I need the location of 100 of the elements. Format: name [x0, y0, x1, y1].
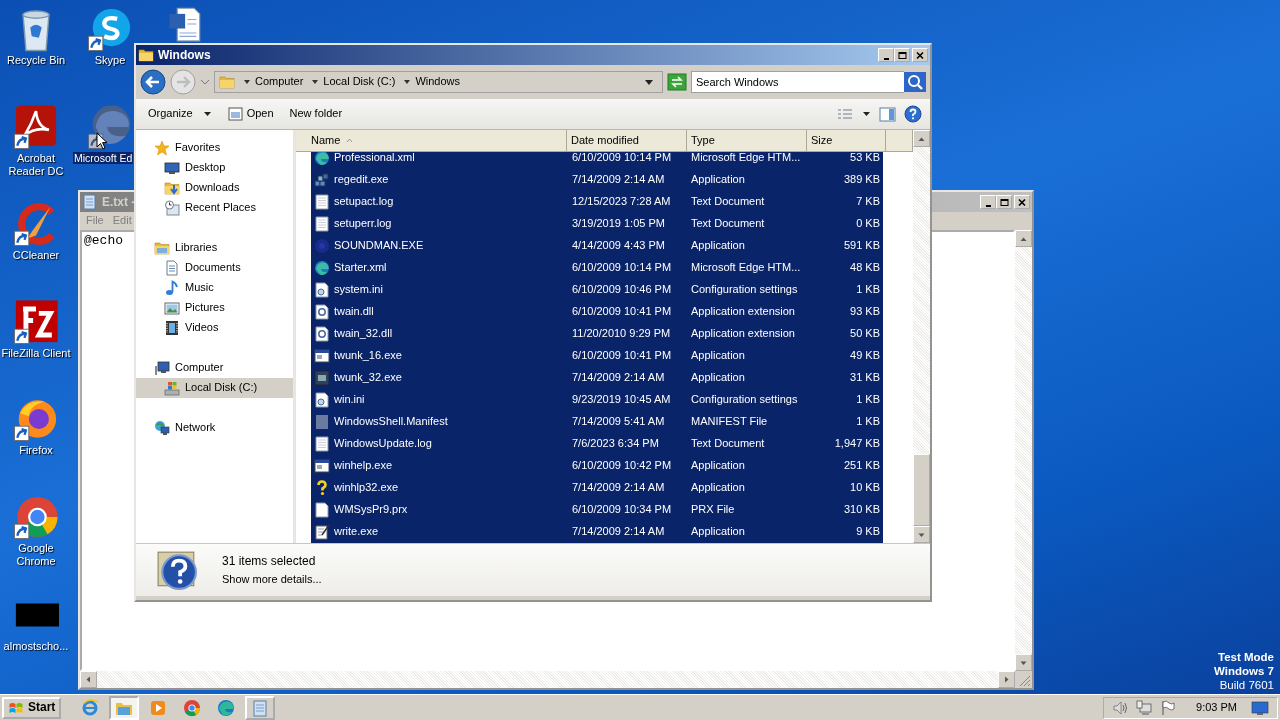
- file-row[interactable]: win.ini 9/23/2019 10:45 AM Configuration settings 1 KB: [311, 389, 883, 411]
- file-row[interactable]: WMSysPr9.prx 6/10/2009 10:34 PM PRX File 310 KB: [311, 499, 883, 521]
- file-row[interactable]: winhelp.exe 6/10/2009 10:42 PM Application 251 KB: [311, 455, 883, 477]
- desktop-icon-label[interactable]: Acrobat Reader DC: [0, 151, 73, 178]
- ftp-app-icon[interactable]: [13, 298, 59, 345]
- network-icon[interactable]: [1136, 699, 1153, 716]
- file-row[interactable]: twunk_32.exe 7/14/2009 2:14 AM Application 31 KB: [311, 367, 883, 389]
- type-cell-text: Application: [690, 173, 746, 187]
- date-cell-text: 6/10/2009 10:34 PM: [571, 503, 673, 517]
- show-desktop-icon[interactable]: [1251, 699, 1269, 716]
- desktop-icon-label[interactable]: Skype: [93, 54, 127, 68]
- nav-item[interactable]: Pictures: [136, 298, 293, 318]
- column-header[interactable]: Name: [296, 130, 567, 152]
- toolbar-button[interactable]: New folder: [285, 106, 347, 122]
- desktop-icon-label[interactable]: Google Chrome: [0, 541, 73, 569]
- document-icon[interactable]: [166, 6, 202, 42]
- scroll-up-button[interactable]: [1015, 230, 1032, 247]
- nav-item[interactable]: Downloads: [136, 178, 293, 198]
- size-cell-text: 9 KB: [855, 525, 881, 539]
- desktop-icon-label[interactable]: CCleaner: [11, 249, 61, 263]
- file-row[interactable]: Professional.xml 6/10/2009 10:14 PM Microsoft Edge HTM... 53 KB: [311, 152, 883, 169]
- cubes-icon: [314, 172, 330, 188]
- file-icon: [314, 502, 330, 518]
- star-icon: [154, 140, 170, 156]
- file-row[interactable]: system.ini 6/10/2009 10:46 PM Configuration settings 1 KB: [311, 279, 883, 301]
- nav-item[interactable]: Desktop: [136, 158, 293, 178]
- nav-item[interactable]: Recent Places: [136, 198, 293, 218]
- caret-icon[interactable]: [243, 78, 251, 86]
- column-header[interactable]: Date modified: [567, 130, 687, 152]
- file-row[interactable]: winhlp32.exe 7/14/2009 2:14 AM Application 10 KB: [311, 477, 883, 499]
- nav-item[interactable]: Videos: [136, 318, 293, 338]
- nav-item[interactable]: Computer: [136, 358, 293, 378]
- file-row[interactable]: write.exe 7/14/2009 2:14 AM Application 9 KB: [311, 521, 883, 543]
- nav-item[interactable]: Favorites: [136, 138, 293, 158]
- nav-item[interactable]: Local Disk (C:): [136, 378, 293, 398]
- file-row[interactable]: WindowsShell.Manifest 7/14/2009 5:41 AM MANIFEST File 1 KB: [311, 411, 883, 433]
- show-details-link[interactable]: Show more details...: [222, 572, 322, 586]
- file-row[interactable]: Starter.xml 6/10/2009 10:14 PM Microsoft Edge HTM... 48 KB: [311, 257, 883, 279]
- refresh-button[interactable]: [666, 73, 687, 91]
- address-bar[interactable]: Computer Local Disk (C:) Windows: [214, 71, 663, 93]
- file-row[interactable]: setuperr.log 3/19/2019 1:05 PM Text Document 0 KB: [311, 213, 883, 235]
- file-row[interactable]: twain.dll 6/10/2009 10:41 PM Application extension 93 KB: [311, 301, 883, 323]
- history-dropdown-icon[interactable]: [200, 78, 210, 86]
- desktop-icon-label[interactable]: almostscho...: [2, 639, 70, 653]
- file-icon: [314, 414, 330, 430]
- chat-app-icon[interactable]: [87, 6, 133, 52]
- date-cell-text: 7/14/2009 2:14 AM: [571, 371, 666, 385]
- clock[interactable]: 9:03 PM: [1196, 700, 1237, 715]
- speaker-icon[interactable]: [1112, 699, 1129, 716]
- scroll-down-button[interactable]: [1015, 654, 1032, 671]
- breadcrumb[interactable]: Computer: [255, 75, 304, 89]
- nav-item[interactable]: Documents: [136, 258, 293, 278]
- caret-icon[interactable]: [862, 110, 871, 118]
- date-cell-text: 6/10/2009 10:14 PM: [571, 261, 673, 275]
- toolbar-button[interactable]: Open: [223, 105, 278, 123]
- file-row[interactable]: regedit.exe 7/14/2009 2:14 AM Application 389 KB: [311, 169, 883, 191]
- caret-icon[interactable]: [403, 78, 412, 86]
- swirl-app-icon[interactable]: [87, 103, 133, 150]
- file-row[interactable]: setupact.log 12/15/2023 7:28 AM Text Document 7 KB: [311, 191, 883, 213]
- flag-icon[interactable]: [1160, 699, 1177, 716]
- toolbar-button[interactable]: Organize: [144, 106, 216, 122]
- column-header[interactable]: Size: [807, 130, 886, 152]
- arrow-left-icon[interactable]: [84, 675, 93, 684]
- pdf-app-icon[interactable]: [13, 103, 59, 150]
- help-icon[interactable]: [904, 105, 922, 123]
- scroll-up-button[interactable]: [913, 130, 930, 147]
- arrow-right-icon[interactable]: [1002, 675, 1011, 684]
- type-cell-text: Microsoft Edge HTM...: [690, 152, 802, 165]
- desktop-icon-label[interactable]: Recycle Bin: [5, 54, 67, 68]
- taskbar-button[interactable]: [109, 695, 140, 720]
- size-cell-text: 0 KB: [855, 217, 881, 231]
- text-content[interactable]: @echo: [84, 233, 123, 248]
- date-cell-text: 6/10/2009 10:46 PM: [571, 283, 673, 297]
- nav-item[interactable]: Network: [136, 418, 293, 438]
- scroll-down-button[interactable]: [913, 526, 930, 543]
- breadcrumb[interactable]: Windows: [415, 75, 461, 89]
- file-row[interactable]: twunk_16.exe 6/10/2009 10:41 PM Application 49 KB: [311, 345, 883, 367]
- nav-item[interactable]: Libraries: [136, 238, 293, 258]
- search-icon[interactable]: [904, 72, 926, 92]
- desktop-icon-label[interactable]: FileZilla Client: [0, 346, 72, 360]
- preview-pane-icon[interactable]: [879, 106, 896, 122]
- file-row[interactable]: twain_32.dll 11/20/2010 9:29 PM Application extension 50 KB: [311, 323, 883, 345]
- desktop-icon-label[interactable]: Microsoft Ed: [73, 151, 134, 165]
- breadcrumb[interactable]: Local Disk (C:): [323, 75, 396, 89]
- scrollbar-thumb[interactable]: [913, 454, 930, 526]
- caret-icon[interactable]: [311, 78, 320, 86]
- resize-grip-icon[interactable]: [1015, 671, 1032, 688]
- desktop-icon-label[interactable]: Firefox: [18, 444, 54, 458]
- scroll-left-button[interactable]: [80, 671, 97, 688]
- file-row[interactable]: SOUNDMAN.EXE 4/14/2009 4:43 PM Application 591 KB: [311, 235, 883, 257]
- os-notice-text: Windows 7: [1214, 664, 1274, 678]
- start-button[interactable]: Start: [2, 696, 62, 719]
- back-button[interactable]: [140, 69, 166, 95]
- size-cell-text: 1 KB: [855, 393, 881, 407]
- nav-item[interactable]: Music: [136, 278, 293, 298]
- dropdown-caret-icon[interactable]: [643, 78, 654, 86]
- column-header[interactable]: Type: [687, 130, 807, 152]
- scroll-right-button[interactable]: [998, 671, 1015, 688]
- search-field[interactable]: Search Windows: [690, 71, 904, 93]
- file-row[interactable]: WindowsUpdate.log 7/6/2023 6:34 PM Text Document 1,947 KB: [311, 433, 883, 455]
